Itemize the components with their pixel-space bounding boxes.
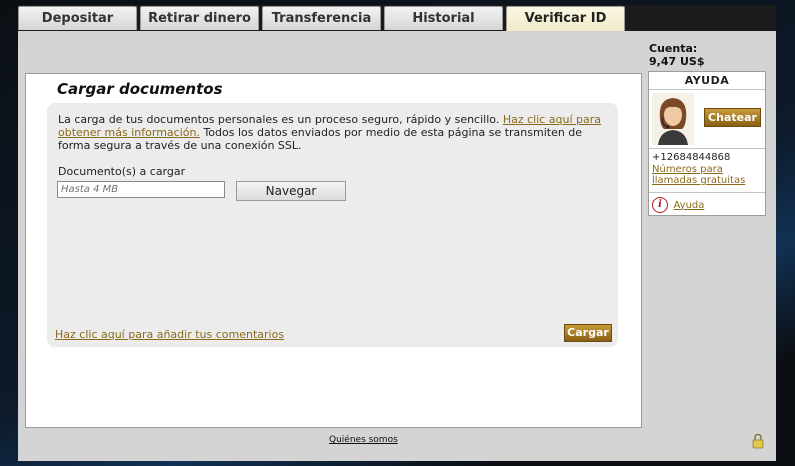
support-agent-avatar — [652, 93, 694, 145]
tab-retirar-dinero[interactable]: Retirar dinero — [140, 6, 259, 30]
tab-bar: Depositar Retirar dinero Transferencia H… — [18, 5, 776, 31]
browse-button[interactable]: Navegar — [236, 181, 346, 201]
chat-button[interactable]: Chatear — [704, 108, 761, 127]
cashier-frame: Cargar documentos La carga de tus docume… — [18, 31, 776, 461]
upload-form: La carga de tus documentos personales es… — [47, 103, 618, 347]
tab-historial[interactable]: Historial — [384, 6, 503, 30]
page-title: Cargar documentos — [57, 80, 223, 98]
cashier-window: Depositar Retirar dinero Transferencia H… — [18, 5, 776, 461]
upload-button[interactable]: Cargar — [564, 324, 612, 342]
phone-row: +12684844868 Números para llamadas gratu… — [649, 149, 765, 193]
help-link-row: i Ayuda — [649, 193, 765, 215]
support-agent-row: Chatear — [649, 90, 765, 149]
account-balance: 9,47 US$ — [649, 55, 705, 68]
help-link[interactable]: Ayuda — [674, 200, 705, 211]
tab-verificar-id[interactable]: Verificar ID — [506, 6, 625, 31]
account-info: Cuenta: 9,47 US$ — [649, 42, 704, 68]
account-label: Cuenta: — [649, 42, 698, 55]
help-panel: AYUDA Chatear +12684844868 Números para … — [648, 71, 766, 216]
free-numbers-link[interactable]: Números para llamadas gratuitas — [652, 164, 765, 186]
upload-panel: Cargar documentos La carga de tus docume… — [25, 73, 642, 428]
info-icon: i — [652, 197, 668, 213]
intro-text-part1: La carga de tus documentos personales es… — [58, 113, 500, 126]
lock-icon — [752, 433, 764, 449]
support-phone: +12684844868 — [652, 152, 731, 163]
add-comments-link[interactable]: Haz clic aquí para añadir tus comentario… — [55, 328, 284, 341]
documents-label: Documento(s) a cargar — [58, 165, 186, 178]
intro-text: La carga de tus documentos personales es… — [58, 113, 603, 152]
about-us-link[interactable]: Quiénes somos — [329, 435, 398, 445]
file-path-input[interactable] — [57, 181, 225, 198]
tab-transferencia[interactable]: Transferencia — [262, 6, 381, 30]
help-title: AYUDA — [649, 72, 765, 90]
tab-depositar[interactable]: Depositar — [18, 6, 137, 30]
